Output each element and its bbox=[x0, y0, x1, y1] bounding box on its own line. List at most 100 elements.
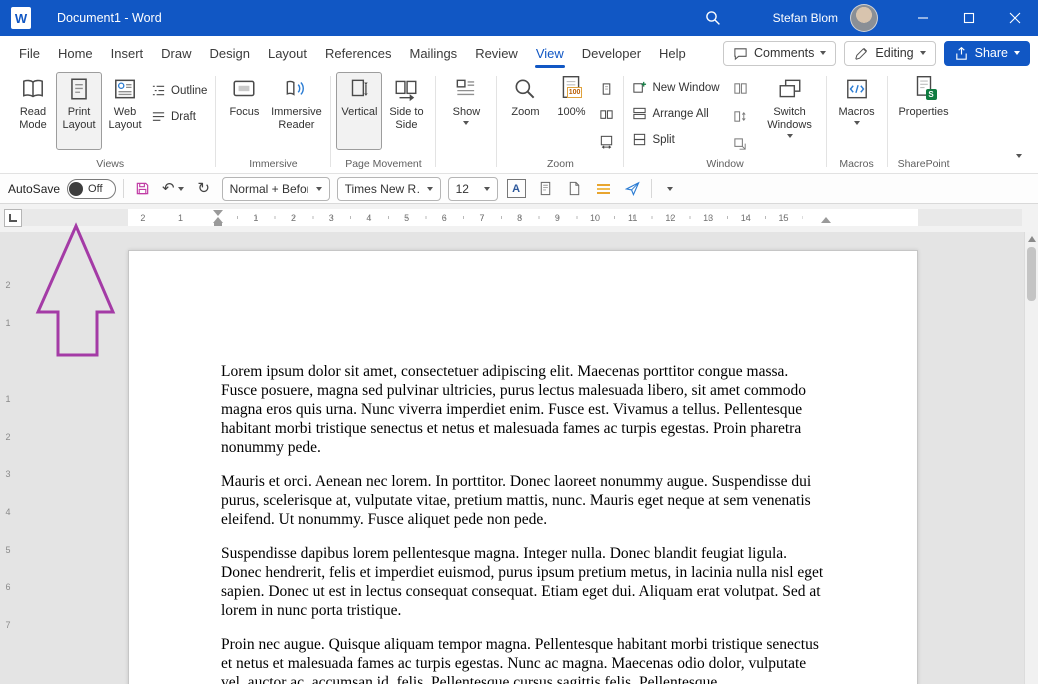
tab-references[interactable]: References bbox=[316, 36, 400, 70]
print-layout-icon bbox=[71, 78, 87, 100]
properties-button[interactable]: S Properties bbox=[893, 72, 955, 150]
focus-button[interactable]: Focus bbox=[221, 72, 267, 150]
ruler-number: 11 bbox=[628, 212, 638, 223]
ruler-number: 7 bbox=[479, 212, 485, 223]
tab-insert[interactable]: Insert bbox=[102, 36, 153, 70]
ruler-number: 9 bbox=[554, 212, 560, 223]
right-indent-marker[interactable] bbox=[821, 217, 831, 223]
switch-windows-button[interactable]: Switch Windows bbox=[759, 72, 821, 150]
page-width-icon[interactable] bbox=[594, 129, 618, 153]
redo-icon: ↻ bbox=[197, 180, 210, 197]
tab-design[interactable]: Design bbox=[201, 36, 259, 70]
switch-windows-icon bbox=[779, 79, 801, 98]
word-app-icon: W bbox=[11, 7, 31, 29]
arrange-all-button[interactable]: Arrange All bbox=[629, 102, 722, 125]
tab-file[interactable]: File bbox=[10, 36, 49, 70]
ruler-number: 3 bbox=[328, 212, 334, 223]
ruler-number: 1 bbox=[178, 212, 184, 223]
paragraph[interactable]: Lorem ipsum dolor sit amet, consectetuer… bbox=[221, 362, 824, 457]
undo-button[interactable]: ↶ bbox=[160, 177, 186, 201]
tab-view[interactable]: View bbox=[527, 36, 573, 70]
new-window-button[interactable]: New Window bbox=[629, 76, 722, 99]
ruler-number: 7 bbox=[5, 619, 11, 630]
share-button[interactable]: Share bbox=[943, 40, 1030, 66]
minimize-button[interactable] bbox=[900, 0, 946, 36]
editing-button[interactable]: Editing bbox=[844, 40, 936, 66]
search-icon[interactable] bbox=[699, 4, 727, 32]
draft-button[interactable]: Draft bbox=[148, 105, 210, 128]
scroll-up-icon[interactable] bbox=[1028, 236, 1036, 242]
left-indent-marker[interactable] bbox=[214, 223, 222, 226]
reset-window-position-icon[interactable] bbox=[729, 132, 753, 156]
collapse-ribbon-icon[interactable] bbox=[1012, 142, 1026, 165]
vertical-button[interactable]: Vertical bbox=[336, 72, 383, 150]
show-button[interactable]: Show bbox=[441, 72, 491, 150]
tab-developer[interactable]: Developer bbox=[573, 36, 650, 70]
style-dropdown[interactable]: Normal + Befor bbox=[221, 176, 330, 201]
close-button[interactable] bbox=[992, 0, 1038, 36]
new-window-icon bbox=[633, 81, 647, 93]
vertical-ruler[interactable]: 2 1 1 2 3 4 5 6 7 bbox=[0, 232, 18, 684]
character-border-button[interactable]: A bbox=[505, 177, 528, 201]
immersive-reader-icon bbox=[287, 80, 305, 96]
macros-icon bbox=[846, 79, 867, 99]
zoom-100-button[interactable]: 100 100% bbox=[548, 72, 594, 150]
zoom-icon bbox=[515, 79, 535, 99]
save-icon bbox=[136, 182, 148, 195]
read-mode-button[interactable]: Read Mode bbox=[10, 72, 56, 150]
scrollbar-thumb[interactable] bbox=[1027, 247, 1036, 301]
document-page[interactable]: Lorem ipsum dolor sit amet, consectetuer… bbox=[128, 250, 918, 684]
autosave-toggle[interactable]: Off bbox=[67, 178, 117, 199]
outline-button[interactable]: Outline bbox=[148, 79, 210, 102]
macros-button[interactable]: Macros bbox=[832, 72, 882, 150]
tab-selector[interactable] bbox=[4, 209, 22, 227]
autosave-label: AutoSave bbox=[8, 181, 61, 196]
tab-layout[interactable]: Layout bbox=[259, 36, 316, 70]
paragraph[interactable]: Suspendisse dapibus lorem pellentesque m… bbox=[221, 544, 824, 620]
ribbon-group-immersive: Focus Immersive Reader Immersive bbox=[217, 70, 329, 173]
ruler-number: 5 bbox=[404, 212, 410, 223]
chevron-down-icon bbox=[483, 186, 490, 191]
side-to-side-button[interactable]: Side to Side bbox=[382, 72, 430, 150]
multiple-pages-icon[interactable] bbox=[594, 103, 618, 127]
comments-button[interactable]: Comments bbox=[722, 40, 837, 66]
immersive-reader-button[interactable]: Immersive Reader bbox=[267, 72, 325, 150]
print-layout-button[interactable]: Print Layout bbox=[56, 72, 102, 150]
web-layout-button[interactable]: Web Layout bbox=[102, 72, 148, 150]
maximize-button[interactable] bbox=[946, 0, 992, 36]
vertical-scrollbar[interactable] bbox=[1024, 232, 1038, 684]
first-line-indent-marker[interactable] bbox=[213, 210, 223, 216]
titlebar: W Document1 - Word Stefan Blom bbox=[0, 0, 1038, 36]
autosave-state: Off bbox=[88, 182, 103, 195]
zoom-100-icon: 100 bbox=[558, 76, 584, 102]
ruler-number: 2 bbox=[140, 212, 146, 223]
font-size-dropdown[interactable]: 12 bbox=[447, 176, 498, 201]
new-document-button[interactable] bbox=[564, 177, 586, 201]
synchronous-scrolling-icon[interactable] bbox=[729, 104, 753, 128]
paragraph[interactable]: Proin nec augue. Quisque aliquam tempor … bbox=[221, 635, 824, 684]
highlight-lines-button[interactable] bbox=[593, 177, 615, 201]
customize-qat-icon[interactable] bbox=[659, 177, 681, 201]
save-button[interactable] bbox=[131, 177, 153, 201]
tab-review[interactable]: Review bbox=[466, 36, 527, 70]
tab-home[interactable]: Home bbox=[49, 36, 102, 70]
redo-button[interactable]: ↻ bbox=[193, 177, 215, 201]
avatar[interactable] bbox=[850, 4, 878, 32]
view-side-by-side-icon[interactable] bbox=[729, 76, 753, 100]
ribbon-group-zoom: Zoom 100 100% Zoom bbox=[498, 70, 622, 173]
horizontal-ruler[interactable]: 21 1 2 3 4 5 6 7 8 9 10 11 12 13 14 15 bbox=[22, 209, 1022, 226]
tab-draw[interactable]: Draw bbox=[152, 36, 200, 70]
split-button[interactable]: Split bbox=[629, 128, 722, 151]
account-name[interactable]: Stefan Blom bbox=[773, 11, 838, 25]
paragraph[interactable]: Mauris et orci. Aenean nec lorem. In por… bbox=[221, 472, 824, 529]
one-page-icon[interactable] bbox=[594, 77, 618, 101]
zoom-button[interactable]: Zoom bbox=[502, 72, 548, 150]
word-application-window: W Document1 - Word Stefan Blom File Home… bbox=[0, 0, 1038, 684]
tab-mailings[interactable]: Mailings bbox=[401, 36, 467, 70]
page-setup-button[interactable] bbox=[535, 177, 557, 201]
send-button[interactable] bbox=[622, 177, 644, 201]
tab-help[interactable]: Help bbox=[650, 36, 695, 70]
ruler-row: 21 1 2 3 4 5 6 7 8 9 10 11 12 13 14 15 bbox=[0, 204, 1038, 232]
font-dropdown[interactable]: Times New R… bbox=[336, 176, 441, 201]
group-label-window: Window bbox=[706, 158, 744, 170]
